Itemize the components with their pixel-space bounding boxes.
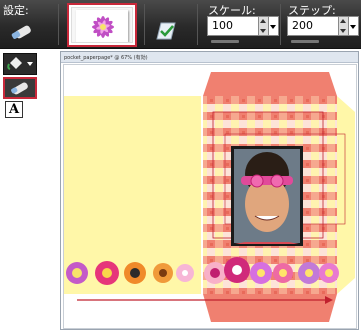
eraser-tool[interactable] — [3, 77, 37, 99]
scale-slider[interactable] — [211, 40, 239, 43]
scale-input[interactable]: 100 — [207, 16, 259, 36]
toolbar-separator — [58, 4, 59, 45]
checkmark-icon — [156, 22, 176, 40]
scale-spinner[interactable]: 100 — [207, 16, 279, 36]
step-slider[interactable] — [291, 40, 319, 43]
brush-icon — [11, 25, 31, 39]
step-dropdown[interactable] — [349, 16, 359, 36]
settings-label: 設定: — [3, 4, 29, 17]
top-toolbar: 設定: スケール: 100 ステップ: 200 — [0, 0, 361, 54]
tool-panel: A — [0, 49, 50, 331]
toolbar-separator — [144, 4, 145, 45]
envelope-artwork — [63, 64, 357, 329]
scale-stepper[interactable] — [259, 16, 269, 36]
toolbar-separator — [197, 4, 198, 45]
scale-dropdown[interactable] — [269, 16, 279, 36]
toolbar-separator — [280, 4, 281, 45]
step-stepper[interactable] — [339, 16, 349, 36]
paint-bucket-tool[interactable] — [3, 53, 37, 75]
eraser-icon — [11, 82, 28, 95]
text-tool[interactable]: A — [5, 101, 23, 118]
step-spinner[interactable]: 200 — [287, 16, 359, 36]
flower-brush-icon — [92, 16, 114, 38]
canvas[interactable] — [63, 64, 357, 329]
apply-button[interactable] — [153, 18, 183, 44]
brush-tool-button[interactable] — [6, 22, 54, 54]
step-input[interactable]: 200 — [287, 16, 339, 36]
text-tool-icon: A — [9, 102, 20, 117]
brush-preview[interactable] — [67, 3, 137, 47]
document-window[interactable]: pocket_paperpage* @ 67% (有効) — [60, 51, 359, 330]
document-title: pocket_paperpage* @ 67% (有効) — [61, 52, 358, 63]
